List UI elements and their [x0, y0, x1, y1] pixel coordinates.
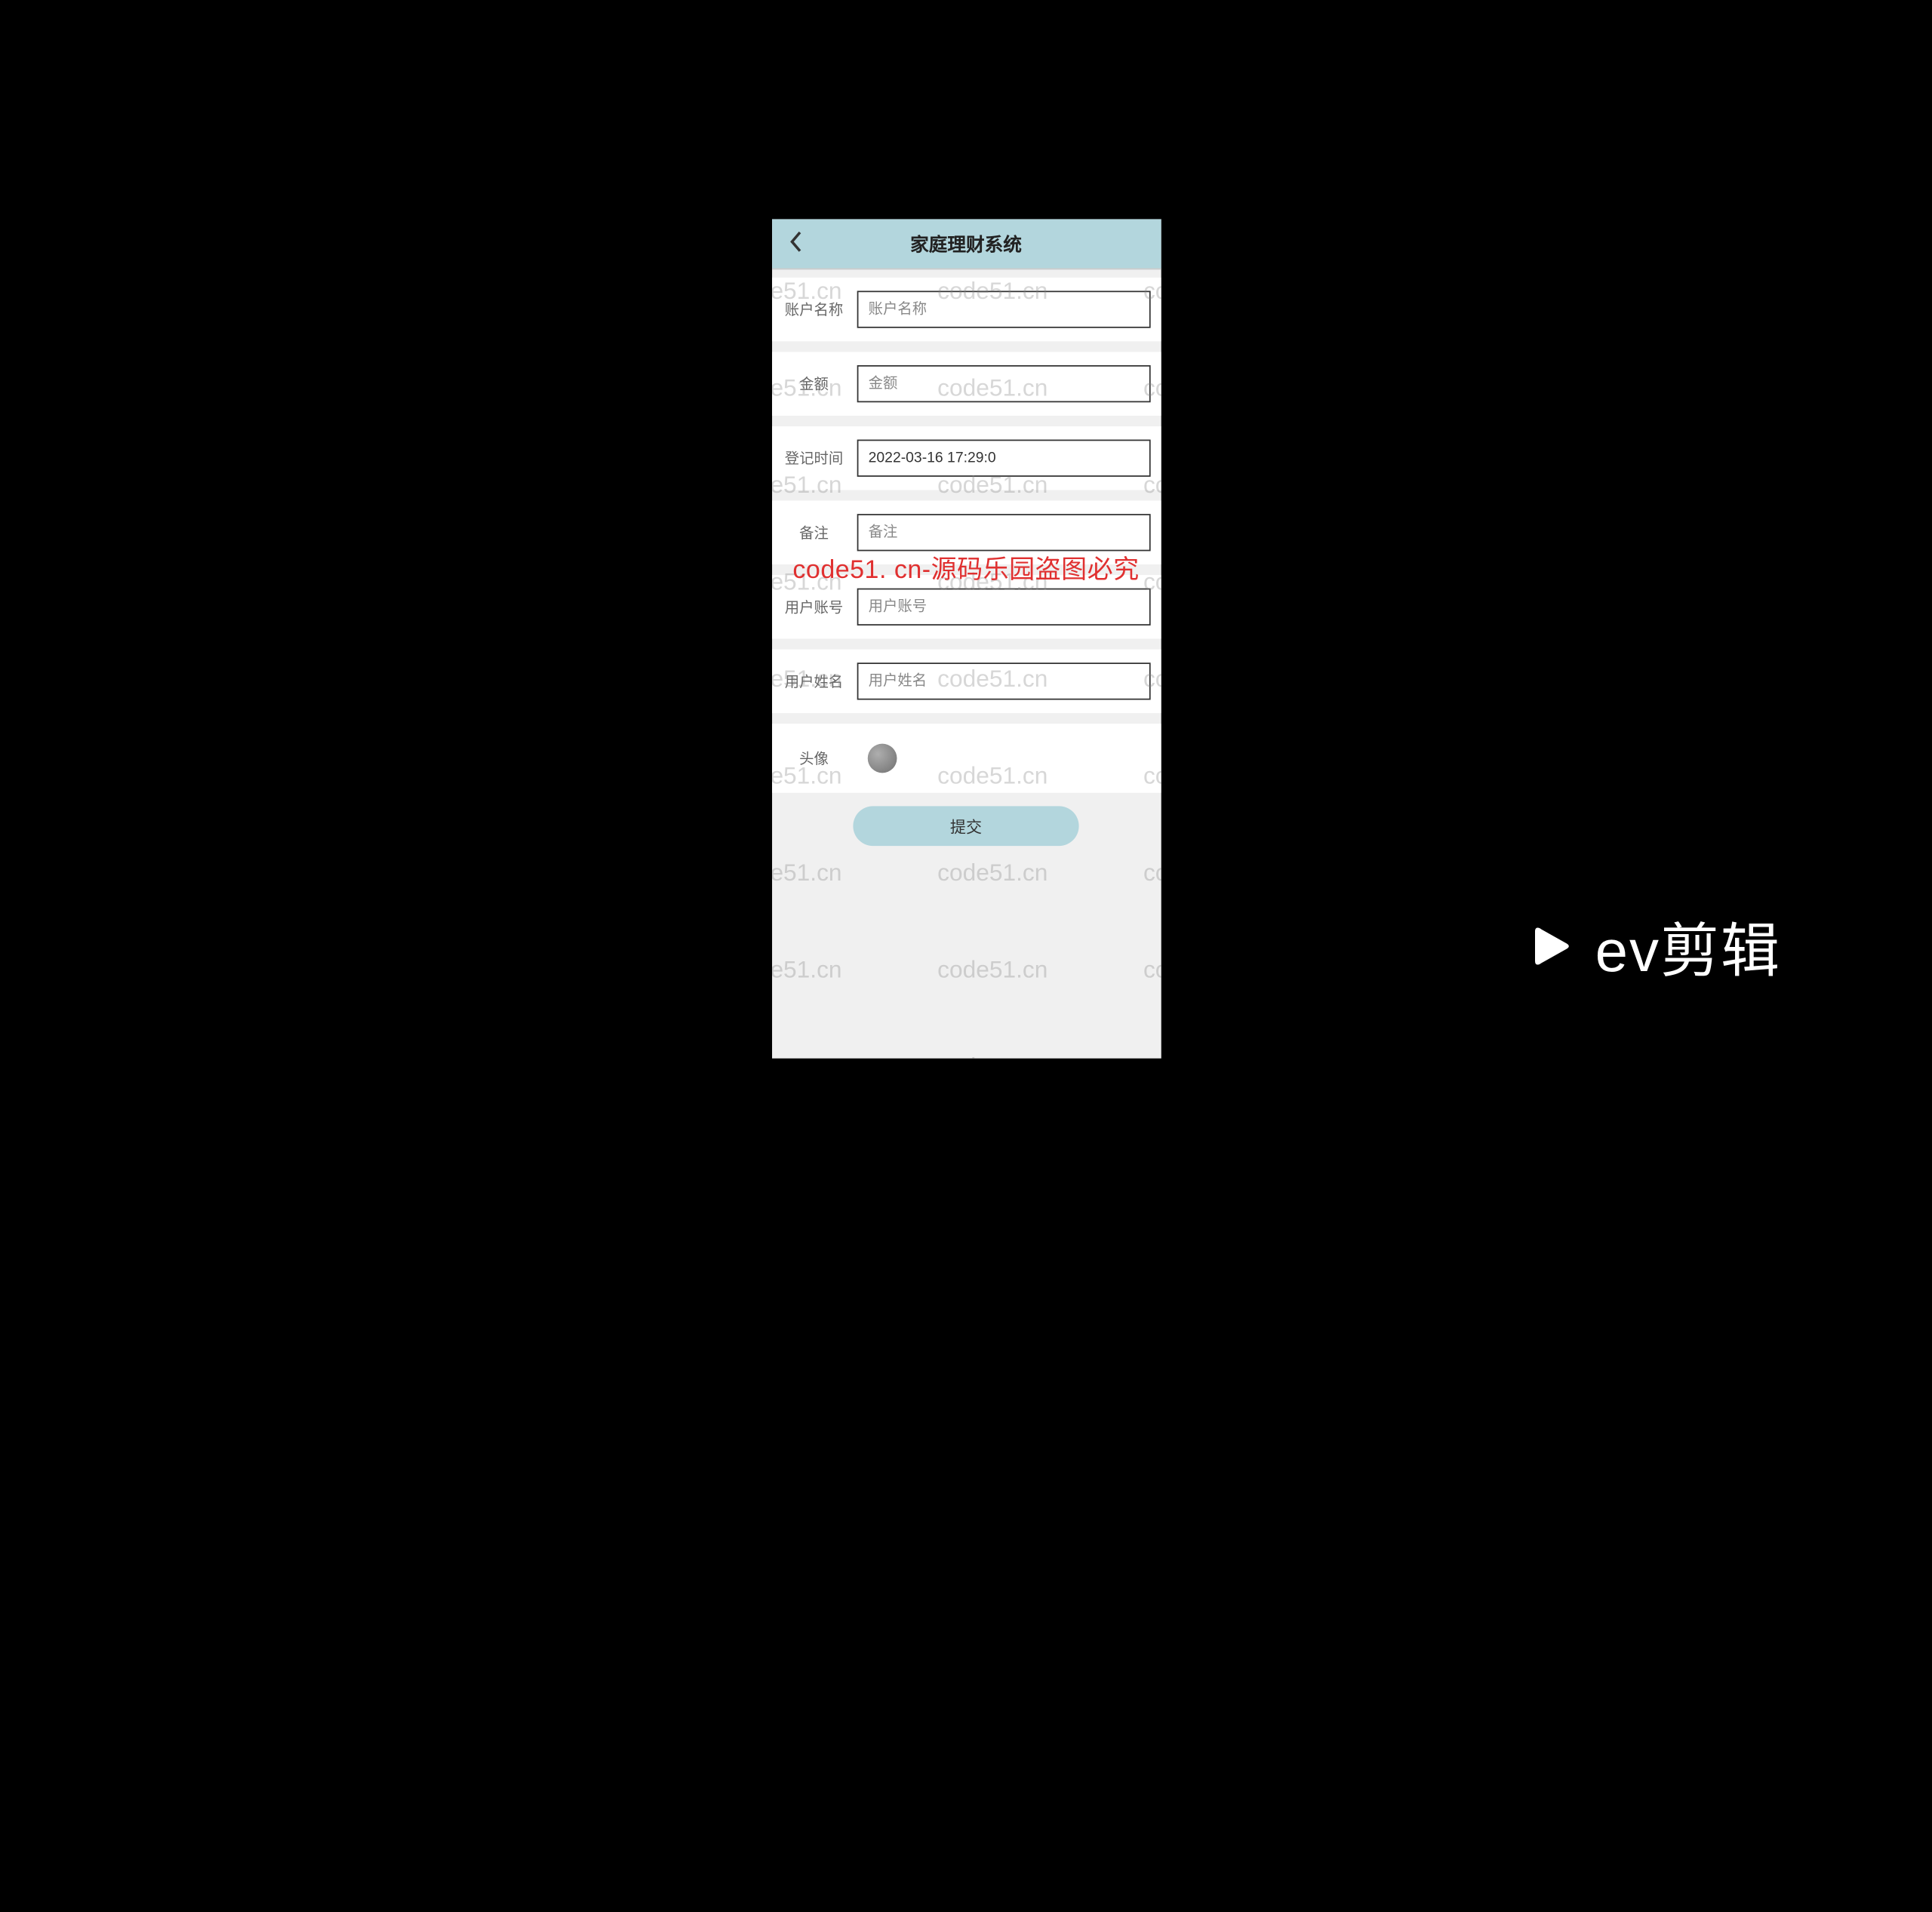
- row-register-time: 登记时间: [771, 426, 1161, 490]
- app-header: 家庭理财系统: [771, 219, 1161, 269]
- app-frame: 家庭理财系统 账户名称 金额 登记时间: [771, 219, 1161, 1058]
- row-account-name: 账户名称: [771, 278, 1161, 341]
- label-account-name: 账户名称: [771, 299, 857, 320]
- account-name-input[interactable]: [857, 290, 1150, 327]
- row-user-name: 用户姓名: [771, 650, 1161, 713]
- label-avatar: 头像: [771, 748, 857, 769]
- user-name-input[interactable]: [857, 662, 1150, 699]
- play-icon: [1524, 920, 1577, 973]
- row-amount: 金额: [771, 352, 1161, 415]
- ev-brand-text: ev剪辑: [1595, 904, 1781, 988]
- page-title: 家庭理财系统: [771, 230, 1161, 257]
- ev-logo: ev剪辑: [1524, 904, 1781, 988]
- remark-input[interactable]: [857, 514, 1150, 551]
- label-amount: 金额: [771, 373, 857, 395]
- user-account-input[interactable]: [857, 589, 1150, 626]
- row-avatar: 头像: [771, 724, 1161, 793]
- label-user-name: 用户姓名: [771, 671, 857, 692]
- row-user-account: 用户账号: [771, 575, 1161, 638]
- amount-input[interactable]: [857, 365, 1150, 402]
- label-register-time: 登记时间: [771, 447, 857, 469]
- register-time-input[interactable]: [857, 440, 1150, 477]
- avatar-upload[interactable]: [867, 744, 897, 773]
- back-icon[interactable]: [771, 229, 803, 257]
- row-remark: 备注: [771, 501, 1161, 564]
- label-user-account: 用户账号: [771, 596, 857, 617]
- label-remark: 备注: [771, 522, 857, 543]
- form: 账户名称 金额 登记时间 备注: [771, 269, 1161, 846]
- submit-button[interactable]: 提交: [853, 806, 1078, 846]
